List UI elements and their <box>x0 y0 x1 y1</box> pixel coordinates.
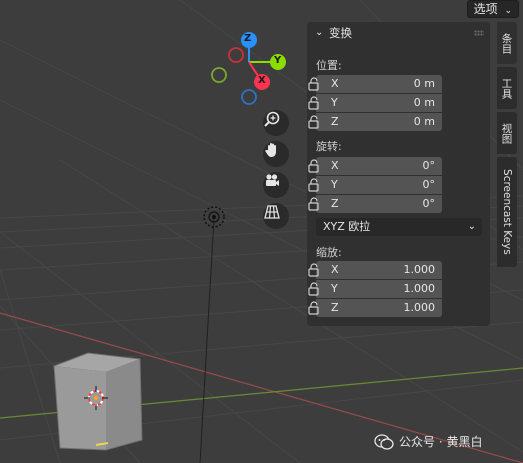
field-value: 1.000 <box>403 282 436 295</box>
lock-icon[interactable] <box>307 282 321 296</box>
location-x-field[interactable]: X 0 m <box>316 75 442 93</box>
gizmo-y-label[interactable]: Y <box>274 55 281 66</box>
options-label: 选项 <box>473 2 498 16</box>
scale-x-field[interactable]: X 1.000 <box>316 261 442 279</box>
scale-z-field[interactable]: Z 1.000 <box>316 299 442 317</box>
lock-icon[interactable] <box>307 197 321 211</box>
perspective-toggle-button[interactable] <box>263 203 289 229</box>
field-value: 0° <box>422 197 436 210</box>
location-z-field[interactable]: Z 0 m <box>316 113 442 131</box>
field-value: 1.000 <box>403 263 436 276</box>
watermark-text: 公众号 · 黄黑白 <box>399 435 483 449</box>
tab-label: Screencast Keys <box>501 169 513 255</box>
axis-label: X <box>331 263 339 276</box>
axis-label: Z <box>331 197 339 210</box>
zoom-icon <box>264 111 280 127</box>
field-value: 1.000 <box>403 301 436 314</box>
chevron-down-icon: ⌄ <box>504 6 512 16</box>
axis-label: Y <box>331 178 338 191</box>
tab-label: 工具 <box>500 77 513 99</box>
sidebar-tabs: 条目 工具 视图 Screencast Keys <box>497 22 517 322</box>
rotation-z-field[interactable]: Z 0° <box>316 195 442 213</box>
field-value: 0 m <box>413 115 435 128</box>
lock-icon[interactable] <box>307 178 321 192</box>
rotation-label: 旋转: <box>316 140 342 153</box>
lock-icon[interactable] <box>307 263 321 277</box>
options-dropdown[interactable]: 选项 ⌄ <box>466 0 519 18</box>
tab-label: 视图 <box>500 122 513 144</box>
pan-button[interactable] <box>263 141 289 167</box>
field-value: 0 m <box>413 77 435 90</box>
tab-item[interactable]: 条目 <box>497 22 517 64</box>
lock-icon[interactable] <box>307 96 321 110</box>
lock-icon[interactable] <box>307 301 321 315</box>
axis-label: X <box>331 159 339 172</box>
rotation-mode-dropdown[interactable]: XYZ 欧拉 ⌄ <box>316 218 482 236</box>
camera-view-button[interactable] <box>263 172 289 198</box>
wechat-icon <box>374 434 394 450</box>
cube-object <box>53 352 143 451</box>
field-value: 0 m <box>413 96 435 109</box>
hand-icon <box>265 143 276 157</box>
chevron-down-icon: ⌄ <box>467 221 476 232</box>
scale-y-field[interactable]: Y 1.000 <box>316 280 442 298</box>
scale-label: 缩放: <box>316 246 342 259</box>
tab-tool[interactable]: 工具 <box>497 67 517 109</box>
location-y-field[interactable]: Y 0 m <box>316 94 442 112</box>
tab-label: 条目 <box>500 32 513 54</box>
field-value: 0° <box>422 178 436 191</box>
gizmo-z-label[interactable]: Z <box>244 33 251 44</box>
axis-label: Z <box>331 115 339 128</box>
axis-label: Z <box>331 301 339 314</box>
transform-panel: ⌄ 变换 位置: X 0 m Y 0 m Z 0 m 旋转: X 0° Y 0° <box>307 22 490 326</box>
axis-label: Y <box>331 96 338 109</box>
axis-label: X <box>331 77 339 90</box>
field-value: 0° <box>422 159 436 172</box>
lock-icon[interactable] <box>307 159 321 173</box>
location-label: 位置: <box>316 59 342 72</box>
grid-icon <box>264 205 280 219</box>
rotation-mode-value: XYZ 欧拉 <box>323 220 371 233</box>
lock-icon[interactable] <box>307 115 321 129</box>
tab-view[interactable]: 视图 <box>497 112 517 154</box>
rotation-x-field[interactable]: X 0° <box>316 157 442 175</box>
3d-viewport[interactable]: Z Y X 选项 ⌄ ⌄ 变换 位置: X 0 m Y 0 m Z 0 m 旋转… <box>0 0 523 463</box>
lock-icon[interactable] <box>307 77 321 91</box>
chevron-down-icon[interactable]: ⌄ <box>315 22 323 44</box>
axis-label: Y <box>331 282 338 295</box>
rotation-y-field[interactable]: Y 0° <box>316 176 442 194</box>
zoom-button[interactable] <box>263 110 289 136</box>
panel-header[interactable]: ⌄ 变换 <box>307 22 490 44</box>
tab-screencast-keys[interactable]: Screencast Keys <box>497 157 517 267</box>
drag-handle-icon[interactable] <box>474 30 484 36</box>
panel-title: 变换 <box>329 26 352 40</box>
gizmo-x-label[interactable]: X <box>258 75 266 86</box>
camera-icon <box>266 174 279 186</box>
